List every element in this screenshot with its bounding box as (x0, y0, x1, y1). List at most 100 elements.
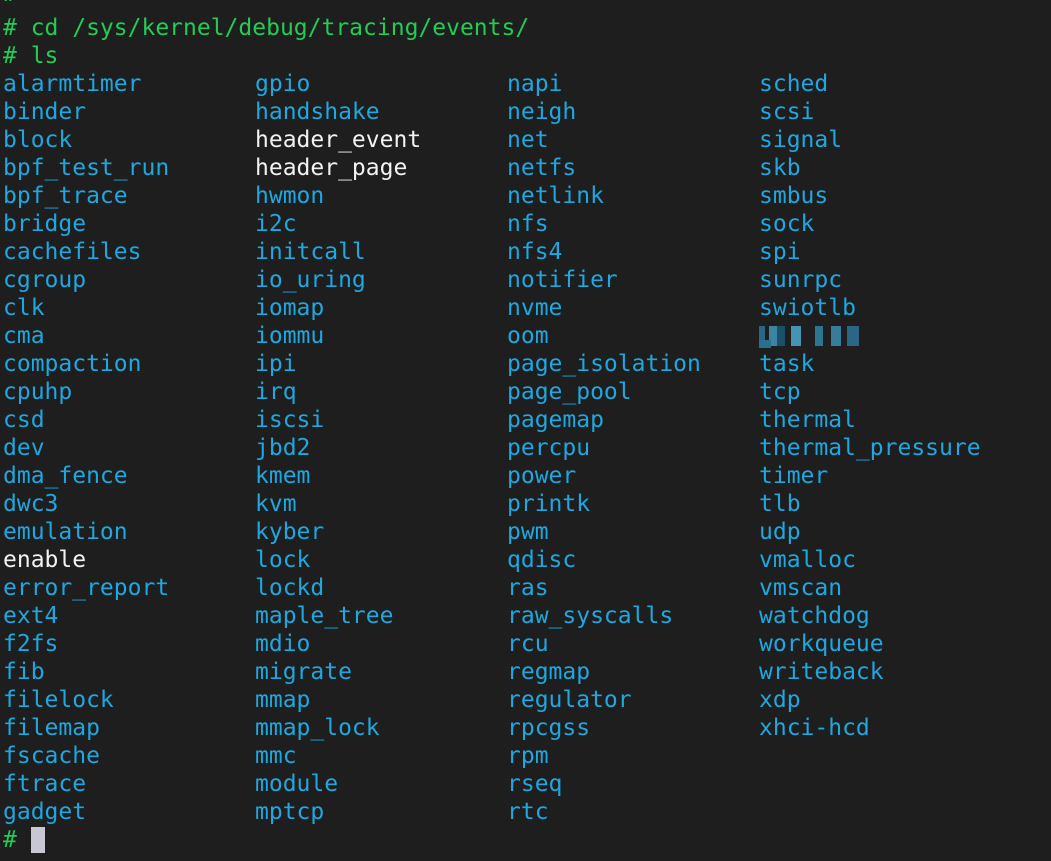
listing-entry: bridge (3, 211, 87, 237)
listing-entry: udp (759, 519, 801, 545)
listing-entry: filemap (3, 715, 100, 741)
listing-entry: bpf_trace (3, 183, 128, 209)
listing-entry: fscache (3, 743, 100, 769)
listing-entry: ras (507, 575, 549, 601)
redacted-entry (759, 322, 1009, 350)
listing-entry: timer (759, 463, 829, 489)
listing-entry: power (507, 463, 577, 489)
listing-entry: pwm (507, 519, 549, 545)
listing-entry: percpu (507, 435, 591, 461)
listing-entry: regmap (507, 659, 591, 685)
listing-entry: error_report (3, 575, 170, 601)
listing-entry: csd (3, 407, 45, 433)
listing-entry: mdio (255, 631, 311, 657)
listing-entry: swiotlb (759, 295, 856, 321)
listing-entry: alarmtimer (3, 71, 142, 97)
listing-entry: signal (759, 127, 843, 153)
listing-entry: io_uring (255, 267, 366, 293)
listing-entry: neigh (507, 99, 577, 125)
listing-entry: nfs4 (507, 239, 563, 265)
listing-entry: binder (3, 99, 87, 125)
listing-entry: sock (759, 211, 815, 237)
listing-entry: task (759, 351, 815, 377)
listing-entry: cgroup (3, 267, 87, 293)
listing-entry: bpf_test_run (3, 155, 170, 181)
listing-entry: f2fs (3, 631, 59, 657)
listing-entry: rcu (507, 631, 549, 657)
scrolled-prompt-line: # (3, 0, 17, 8)
prompt-symbol: # (3, 827, 31, 853)
listing-entry: cachefiles (3, 239, 142, 265)
listing-entry: mptcp (255, 799, 325, 825)
listing-entry: skb (759, 155, 801, 181)
listing-entry: filelock (3, 687, 114, 713)
listing-entry: raw_syscalls (507, 603, 674, 629)
listing-entry: sunrpc (759, 267, 843, 293)
listing-entry: watchdog (759, 603, 870, 629)
listing-entry: fib (3, 659, 45, 685)
listing-entry: hwmon (255, 183, 325, 209)
listing-entry: vmscan (759, 575, 843, 601)
listing-entry: kvm (255, 491, 297, 517)
listing-entry: mmap (255, 687, 311, 713)
listing-entry: netfs (507, 155, 577, 181)
listing-entry: jbd2 (255, 435, 311, 461)
listing-entry: oom (507, 323, 549, 349)
listing-column-2: gpio handshake header_event header_page hwmo… (255, 70, 505, 826)
listing-entry: iscsi (255, 407, 325, 433)
listing-entry: lockd (255, 575, 325, 601)
pixelated-redaction (759, 326, 875, 346)
input-prompt-line[interactable]: # (3, 826, 45, 854)
listing-entry: nvme (507, 295, 563, 321)
listing-entry: spi (759, 239, 801, 265)
listing-entry: ftrace (3, 771, 87, 797)
listing-entry: gpio (255, 71, 311, 97)
listing-column-1: alarmtimer binder block bpf_test_run bpf_tra… (3, 70, 253, 826)
listing-entry: page_pool (507, 379, 632, 405)
listing-entry: mmap_lock (255, 715, 380, 741)
directory-listing: alarmtimer binder block bpf_test_run bpf_tra… (0, 70, 1051, 826)
listing-entry: dma_fence (3, 463, 128, 489)
listing-entry: thermal_pressure (759, 435, 981, 461)
listing-entry: lock (255, 547, 311, 573)
command-line-ls: # ls (3, 43, 59, 69)
listing-entry: enable (3, 547, 87, 573)
listing-entry: qdisc (507, 547, 577, 573)
listing-entry: dev (3, 435, 45, 461)
listing-entry: xhci-hcd (759, 715, 870, 741)
terminal-window[interactable]: # # cd /sys/kernel/debug/tracing/events/… (0, 0, 1051, 861)
listing-entry: net (507, 127, 549, 153)
listing-entry: netlink (507, 183, 604, 209)
listing-entry: pagemap (507, 407, 604, 433)
listing-entry: xdp (759, 687, 801, 713)
listing-entry: workqueue (759, 631, 884, 657)
listing-entry: module (255, 771, 339, 797)
listing-entry: scsi (759, 99, 815, 125)
listing-entry: kmem (255, 463, 311, 489)
listing-entry: cma (3, 323, 45, 349)
listing-entry: header_event (255, 127, 422, 153)
listing-entry: sched (759, 71, 829, 97)
listing-entry: i2c (255, 211, 297, 237)
listing-entry: rpcgss (507, 715, 591, 741)
text-cursor (30, 827, 45, 853)
listing-entry: migrate (255, 659, 352, 685)
listing-entry: vmalloc (759, 547, 856, 573)
listing-column-3: napi neigh net netfs netlink nfs nfs4 notifier n… (507, 70, 757, 826)
listing-entry: iommu (255, 323, 325, 349)
listing-entry: maple_tree (255, 603, 394, 629)
listing-entry: rtc (507, 799, 549, 825)
listing-entry: tcp (759, 379, 801, 405)
listing-entry: tlb (759, 491, 801, 517)
listing-entry: dwc3 (3, 491, 59, 517)
listing-entry: nfs (507, 211, 549, 237)
listing-entry: mmc (255, 743, 297, 769)
listing-entry: page_isolation (507, 351, 701, 377)
listing-entry: ipi (255, 351, 297, 377)
listing-entry: iomap (255, 295, 325, 321)
listing-entry: printk (507, 491, 591, 517)
listing-entry: smbus (759, 183, 829, 209)
listing-entry: gadget (3, 799, 87, 825)
listing-entry: cpuhp (3, 379, 73, 405)
listing-entry: writeback (759, 659, 884, 685)
